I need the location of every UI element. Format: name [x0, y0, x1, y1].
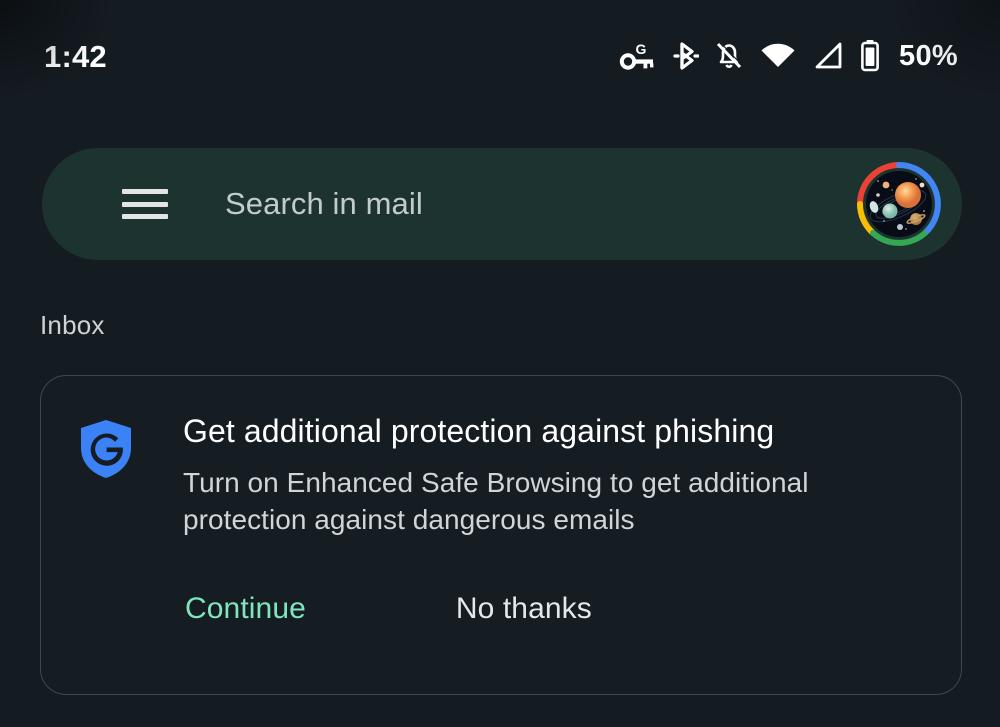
notifications-muted-icon [713, 40, 745, 72]
hamburger-line [122, 214, 168, 219]
avatar-image [857, 162, 941, 246]
svg-text:G: G [636, 41, 647, 57]
promo-body: Turn on Enhanced Safe Browsing to get ad… [183, 467, 809, 536]
promo-title: Get additional protection against phishi… [183, 413, 775, 449]
mailbox-label: Inbox [40, 310, 105, 340]
promo-content-row: Get additional protection against phishi… [77, 410, 927, 539]
wifi-icon [759, 41, 797, 71]
cell-signal-icon [811, 41, 845, 71]
status-icon-tray: G 50% [619, 39, 958, 73]
hamburger-line [122, 201, 168, 207]
status-clock: 1:42 [44, 38, 107, 74]
battery-icon [859, 39, 881, 73]
status-bar: 1:42 G 50% [0, 0, 1000, 112]
hamburger-menu-icon[interactable] [122, 189, 168, 219]
bluetooth-icon [673, 40, 700, 72]
avatar[interactable] [854, 159, 944, 249]
battery-percent-label: 50% [899, 39, 958, 72]
hamburger-line [122, 189, 168, 194]
search-bar[interactable]: Search in mail [42, 148, 962, 260]
no-thanks-button[interactable]: No thanks [454, 587, 594, 631]
search-input[interactable]: Search in mail [225, 186, 854, 222]
google-safe-browsing-shield-icon [77, 418, 135, 480]
continue-button[interactable]: Continue [183, 587, 308, 631]
promo-actions: Continue No thanks [183, 587, 927, 631]
vpn-key-google-icon: G [619, 41, 659, 71]
safe-browsing-promo-card: Get additional protection against phishi… [40, 375, 962, 695]
promo-text-block: Get additional protection against phishi… [183, 410, 927, 539]
